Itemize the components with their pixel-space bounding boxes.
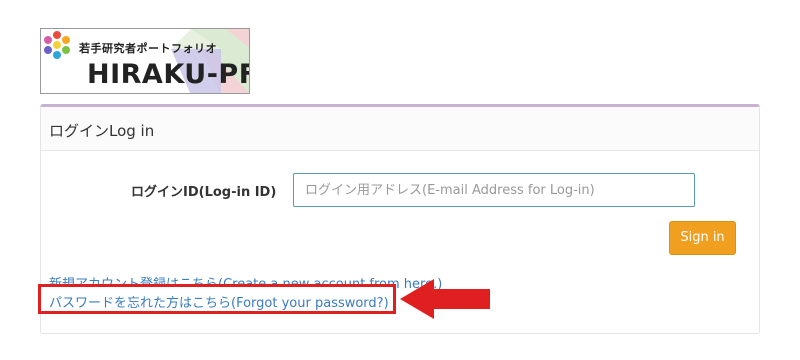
logo-title: HIRAKU-PF xyxy=(87,59,250,90)
login-id-label: ログインID(Log-in ID) xyxy=(131,185,277,200)
highlight-annotation: パスワードを忘れた方はこちら(Forgot your password?) xyxy=(38,284,396,314)
flower-icon xyxy=(44,31,70,59)
forgot-password-link[interactable]: パスワードを忘れた方はこちら(Forgot your password?) xyxy=(49,292,389,311)
logo-subtitle: 若手研究者ポートフォリオ xyxy=(79,42,217,55)
login-id-input[interactable] xyxy=(293,173,695,207)
panel-title: ログインLog in xyxy=(41,107,759,151)
site-logo: 若手研究者ポートフォリオ HIRAKU-PF xyxy=(40,28,250,94)
arrow-left-icon xyxy=(400,279,490,319)
signin-button[interactable]: Sign in xyxy=(669,221,736,255)
